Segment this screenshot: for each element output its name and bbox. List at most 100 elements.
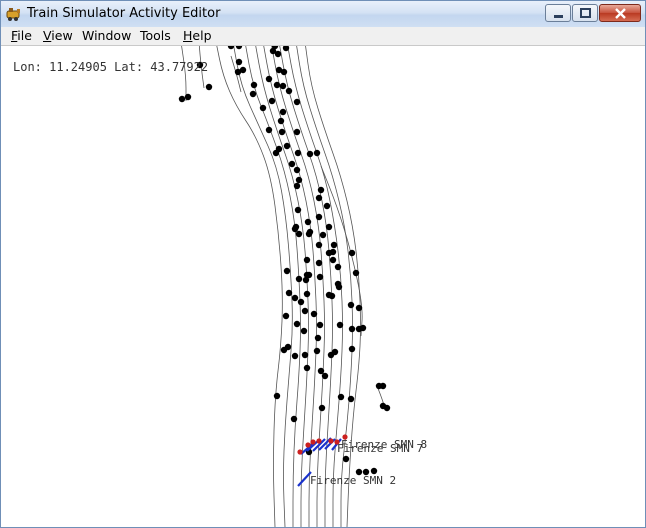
junction-node (291, 352, 299, 360)
junction-node (278, 128, 286, 136)
junction-node (259, 104, 267, 112)
menu-file[interactable]: File (11, 28, 32, 43)
junction-node (288, 160, 296, 168)
junction-node (272, 149, 280, 157)
junction-node (334, 280, 342, 288)
junction-node (280, 346, 288, 354)
junction-node (184, 93, 192, 101)
junction-node (303, 271, 311, 279)
station-label: Firenze SMN 7 (337, 442, 423, 455)
junction-node (315, 213, 323, 221)
junction-node (303, 290, 311, 298)
junction-node (316, 273, 324, 281)
junction-node (295, 176, 303, 184)
track-line (279, 46, 333, 527)
signal-marker (297, 449, 303, 455)
junction-node (317, 186, 325, 194)
junction-node (301, 351, 309, 359)
menu-view[interactable]: View (43, 28, 73, 43)
junction-node (348, 345, 356, 353)
junction-node (235, 46, 243, 50)
junction-node (383, 404, 391, 412)
junction-node (291, 225, 299, 233)
maximize-icon (580, 8, 591, 18)
close-icon (615, 8, 626, 19)
coordinate-readout: Lon: 11.24905 Lat: 43.77922 (13, 60, 209, 74)
junction-node (235, 58, 243, 66)
junction-node (355, 304, 363, 312)
junction-node (282, 312, 290, 320)
junction-node (265, 75, 273, 83)
window-title: Train Simulator Activity Editor (27, 6, 221, 21)
junction-node (313, 149, 321, 157)
junction-node (234, 68, 242, 76)
station-label: Firenze SMN 2 (310, 474, 396, 487)
junction-node (300, 327, 308, 335)
junction-node (268, 97, 276, 105)
junction-node (331, 348, 339, 356)
maximize-button[interactable] (572, 4, 598, 22)
junction-node (359, 324, 367, 332)
junction-node (178, 95, 186, 103)
junction-node (294, 206, 302, 214)
junction-node (285, 87, 293, 95)
junction-node (330, 241, 338, 249)
junction-node (313, 347, 321, 355)
track-map[interactable]: Firenze SMN 8Firenze SMN 7Firenze SMN 2 (1, 46, 645, 527)
junction-node (293, 166, 301, 174)
title-bar[interactable]: Train Simulator Activity Editor (1, 1, 645, 28)
junction-node (329, 256, 337, 264)
junction-node (227, 46, 235, 50)
track-line (216, 46, 283, 527)
junction-node (305, 230, 313, 238)
junction-node (293, 98, 301, 106)
junction-node (301, 307, 309, 315)
junction-node (352, 269, 360, 277)
junction-node (315, 241, 323, 249)
junction-node (273, 81, 281, 89)
menu-help[interactable]: Help (183, 28, 212, 43)
menu-window[interactable]: Window (82, 28, 131, 43)
junction-node (285, 289, 293, 297)
junction-node (295, 230, 303, 238)
junction-node (314, 334, 322, 342)
map-canvas[interactable]: Firenze SMN 8 Firenze SMN 7 Firenze SMN 2 … (1, 46, 645, 527)
junction-node (295, 275, 303, 283)
junction-node (291, 294, 299, 302)
menu-bar: File View Window Tools Help (1, 27, 645, 46)
junction-node (304, 218, 312, 226)
signal-marker (305, 442, 311, 448)
junction-node (205, 83, 213, 91)
junction-node (273, 392, 281, 400)
junction-node (315, 259, 323, 267)
minimize-button[interactable] (545, 4, 571, 22)
junction-node (293, 128, 301, 136)
junction-node (316, 321, 324, 329)
junction-node (249, 90, 257, 98)
junction-node (328, 292, 336, 300)
junction-node (334, 263, 342, 271)
junction-node (294, 149, 302, 157)
junction-node (337, 393, 345, 401)
junction-node (310, 310, 318, 318)
junction-node (279, 82, 287, 90)
junction-node (274, 50, 282, 58)
junction-node (283, 267, 291, 275)
junction-node (250, 81, 258, 89)
junction-node (277, 117, 285, 125)
junction-node (347, 395, 355, 403)
track-line (287, 46, 343, 527)
junction-node (348, 325, 356, 333)
junction-node (303, 256, 311, 264)
track-line (271, 46, 325, 527)
junction-node (280, 68, 288, 76)
junction-node (348, 249, 356, 257)
close-button[interactable] (599, 4, 641, 22)
junction-node (315, 194, 323, 202)
junction-node (265, 126, 273, 134)
junction-node (318, 404, 326, 412)
junction-node (306, 150, 314, 158)
menu-tools[interactable]: Tools (140, 28, 171, 43)
signal-marker (316, 438, 322, 444)
junction-node (325, 249, 333, 257)
